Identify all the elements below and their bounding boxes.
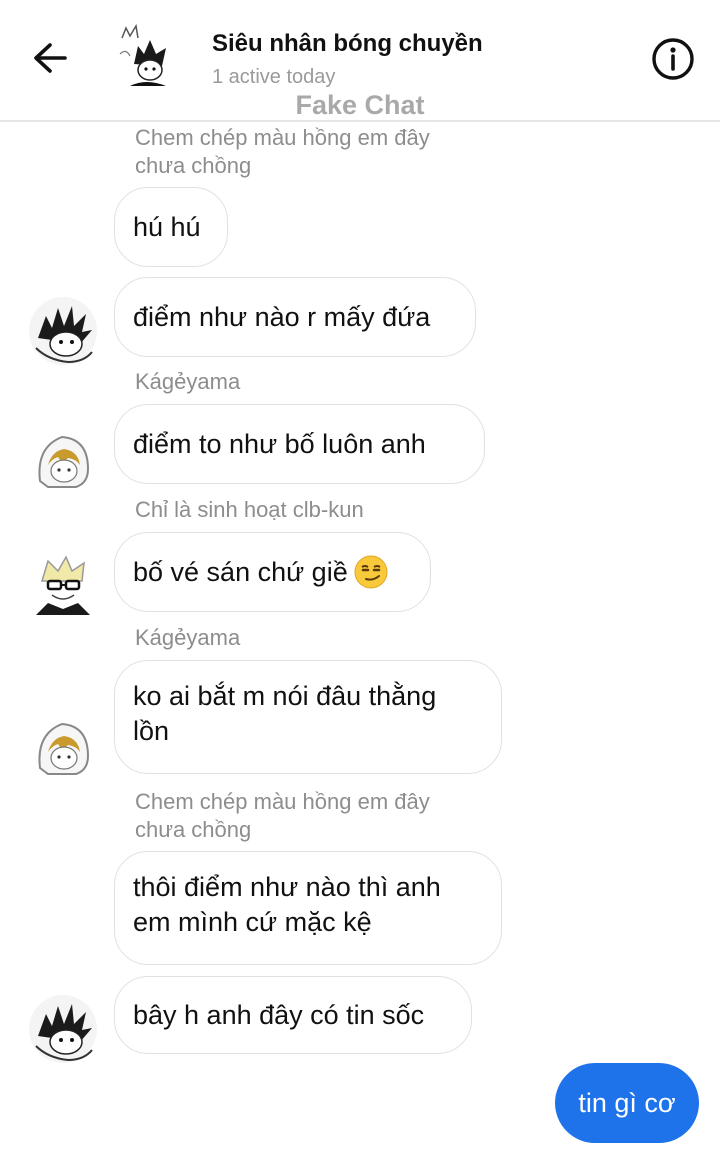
- info-icon[interactable]: [650, 36, 696, 82]
- sender-name: Chem chép màu hồng em đây chưa chồng: [135, 124, 430, 180]
- spiky-hair-avatar-icon[interactable]: [28, 994, 98, 1064]
- message-text: thôi điểm như nào thì anh em mình cứ mặc…: [133, 870, 441, 940]
- message-text-line: lồn: [133, 716, 170, 746]
- message-text-line: thôi điểm như nào thì anh: [133, 872, 441, 902]
- hooded-avatar-icon[interactable]: [28, 712, 98, 782]
- outgoing-message-bubble[interactable]: tin gì cơ: [555, 1063, 699, 1143]
- message-bubble[interactable]: hú hú: [114, 187, 228, 267]
- sender-name: Kágẻyama: [135, 625, 241, 650]
- chat-thread: Chem chép màu hồng em đây chưa chồng hú …: [0, 0, 720, 1155]
- message-bubble[interactable]: thôi điểm như nào thì anh em mình cứ mặc…: [114, 851, 502, 965]
- message-text: ko ai bắt m nói đâu thằng lồn: [133, 679, 436, 749]
- back-button[interactable]: [28, 36, 72, 80]
- active-status: 1 active today: [212, 66, 336, 88]
- message-bubble[interactable]: điểm to như bố luôn anh: [114, 404, 485, 484]
- sender-name: Chỉ là sinh hoạt clb-kun: [135, 497, 364, 522]
- spiky-hair-avatar-icon[interactable]: [28, 296, 98, 366]
- sender-name-line: chưa chồng: [135, 817, 252, 842]
- sender-name-line: Chem chép màu hồng em đây: [135, 789, 430, 814]
- hooded-avatar-icon[interactable]: [28, 425, 98, 495]
- message-bubble[interactable]: bố vé sán chứ giề: [114, 532, 431, 612]
- watermark: Fake Chat: [295, 90, 425, 120]
- sender-name: Kágẻyama: [135, 369, 241, 394]
- message-text-line: em mình cứ mặc kệ: [133, 907, 372, 937]
- message-bubble[interactable]: điểm như nào r mấy đứa: [114, 277, 476, 357]
- message-text: hú hú: [133, 211, 201, 242]
- outgoing-message-text: tin gì cơ: [578, 1087, 676, 1118]
- back-arrow-icon: [34, 43, 67, 73]
- message-text: điểm như nào r mấy đứa: [133, 301, 431, 332]
- group-avatar-icon[interactable]: [116, 24, 174, 88]
- message-text: bố vé sán chứ giề: [133, 556, 348, 587]
- message-text: điểm to như bố luôn anh: [133, 428, 426, 459]
- chat-title: Siêu nhân bóng chuyền: [212, 30, 483, 57]
- sender-name-line: chưa chồng: [135, 153, 252, 178]
- message-text-line: ko ai bắt m nói đâu thằng: [133, 681, 437, 711]
- smirk-emoji-icon: [354, 555, 388, 589]
- glasses-avatar-icon[interactable]: [28, 551, 98, 621]
- message-bubble[interactable]: bây h anh đây có tin sốc: [114, 976, 472, 1054]
- sender-name-line: Chem chép màu hồng em đây: [135, 125, 430, 150]
- sender-name: Chem chép màu hồng em đây chưa chồng: [135, 788, 430, 844]
- message-text: bây h anh đây có tin sốc: [133, 999, 425, 1030]
- message-bubble[interactable]: ko ai bắt m nói đâu thằng lồn: [114, 660, 502, 774]
